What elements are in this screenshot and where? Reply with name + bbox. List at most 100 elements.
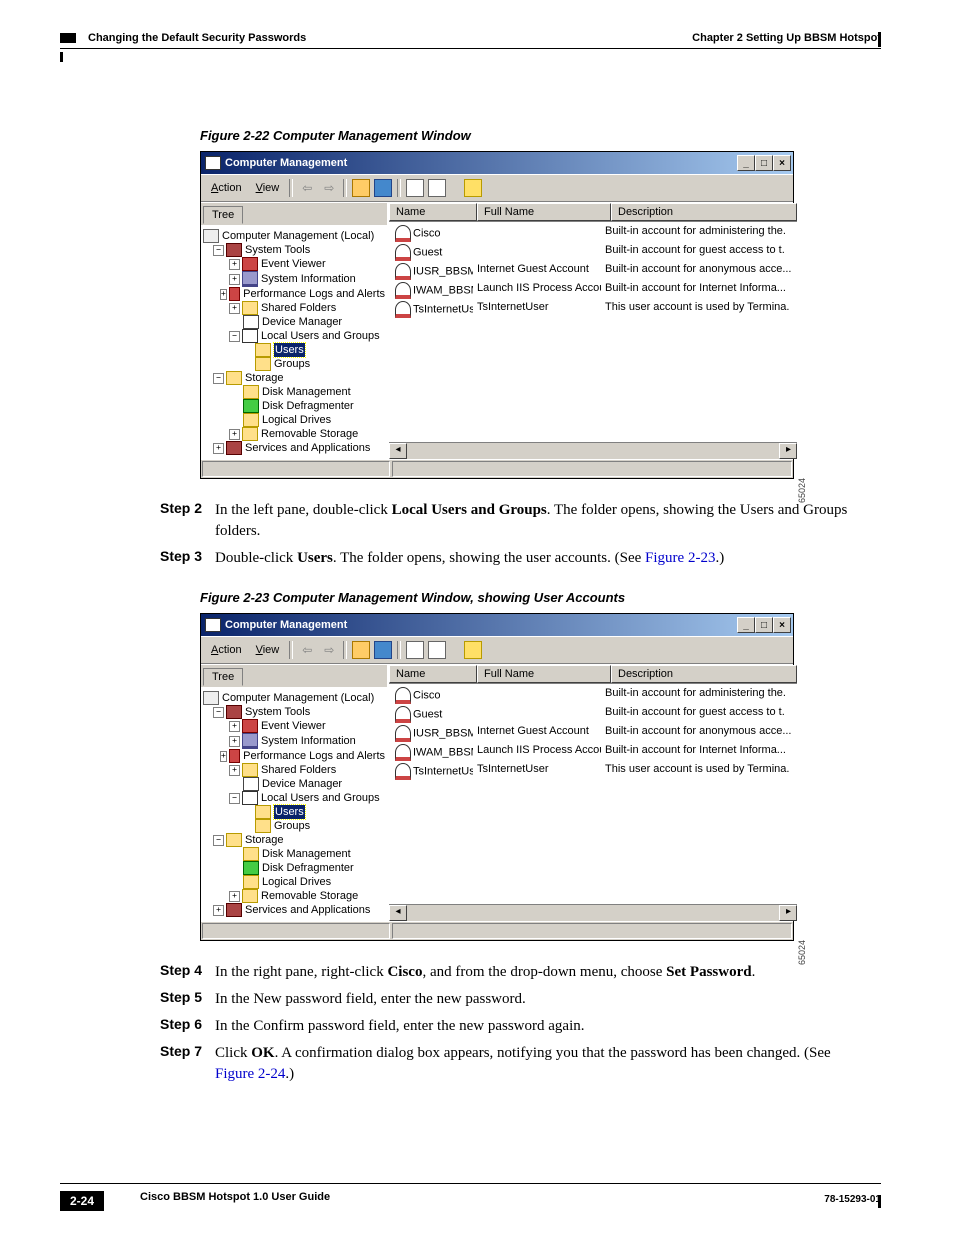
expand-icon[interactable]: − [213,373,224,384]
up-button[interactable] [351,640,371,660]
expand-icon[interactable]: + [213,443,224,454]
user-row[interactable]: IWAM_BBSM Launch IIS Process AccountBuil… [391,281,795,300]
help-button[interactable] [463,178,483,198]
tree-node[interactable]: +Performance Logs and Alerts [203,287,385,301]
tree-node-users[interactable]: Users [203,343,385,357]
expand-icon[interactable]: − [213,835,224,846]
up-button[interactable] [351,178,371,198]
column-headers[interactable]: Name Full Name Description [389,665,797,684]
user-row[interactable]: Cisco Built-in account for administering… [391,224,795,243]
expand-icon[interactable]: + [229,736,240,747]
export-button[interactable] [427,640,447,660]
tree-node[interactable]: −Local Users and Groups [203,329,385,343]
tree-node[interactable]: Device Manager [203,315,385,329]
back-button[interactable]: ⇦ [297,640,317,660]
tree-node[interactable]: +Event Viewer [203,257,385,271]
tree-node[interactable]: Disk Management [203,847,385,861]
expand-icon[interactable]: + [229,274,240,285]
tree-node[interactable]: −System Tools [203,243,385,257]
tree-node[interactable]: +Services and Applications [203,903,385,917]
col-fullname[interactable]: Full Name [477,665,611,683]
tree-tab[interactable]: Tree [203,206,243,224]
col-description[interactable]: Description [611,203,797,221]
expand-icon[interactable]: − [213,707,224,718]
expand-icon[interactable]: − [213,245,224,256]
tree-node[interactable]: +Shared Folders [203,301,385,315]
horizontal-scrollbar[interactable]: ◂ ▸ [389,442,797,459]
refresh-button[interactable] [405,640,425,660]
tree-node[interactable]: +Performance Logs and Alerts [203,749,385,763]
tree-node-root[interactable]: Computer Management (Local) [203,691,385,705]
tree-node[interactable]: Logical Drives [203,875,385,889]
scroll-left-icon[interactable]: ◂ [389,443,407,459]
export-button[interactable] [427,178,447,198]
tree-node[interactable]: Device Manager [203,777,385,791]
tree-node-root[interactable]: Computer Management (Local) [203,229,385,243]
figure-link[interactable]: Figure 2-24 [215,1066,285,1082]
user-row[interactable]: IUSR_BBSM Internet Guest AccountBuilt-in… [391,724,795,743]
close-button[interactable]: × [773,155,791,171]
tree-node[interactable]: Logical Drives [203,413,385,427]
minimize-button[interactable]: _ [737,617,755,633]
col-description[interactable]: Description [611,665,797,683]
help-button[interactable] [463,640,483,660]
show-hide-button[interactable] [373,640,393,660]
titlebar[interactable]: Computer Management _ □ × [201,152,793,174]
forward-button[interactable]: ⇨ [319,178,339,198]
back-button[interactable]: ⇦ [297,178,317,198]
expand-icon[interactable]: + [229,891,240,902]
close-button[interactable]: × [773,617,791,633]
user-row[interactable]: IUSR_BBSM Internet Guest AccountBuilt-in… [391,262,795,281]
scroll-left-icon[interactable]: ◂ [389,905,407,921]
expand-icon[interactable]: + [220,751,228,762]
user-row[interactable]: TsInternetUser TsInternetUserThis user a… [391,762,795,781]
tree-node-groups[interactable]: Groups [203,357,385,371]
menu-view[interactable]: View [250,642,286,658]
expand-icon[interactable]: + [220,289,228,300]
tree-node[interactable]: Disk Defragmenter [203,399,385,413]
forward-button[interactable]: ⇨ [319,640,339,660]
scroll-right-icon[interactable]: ▸ [779,443,797,459]
col-name[interactable]: Name [389,665,477,683]
col-name[interactable]: Name [389,203,477,221]
expand-icon[interactable]: + [229,259,240,270]
tree-tab[interactable]: Tree [203,668,243,686]
expand-icon[interactable]: − [229,331,240,342]
column-headers[interactable]: Name Full Name Description [389,203,797,222]
figure-link[interactable]: Figure 2-23 [645,550,715,566]
minimize-button[interactable]: _ [737,155,755,171]
maximize-button[interactable]: □ [755,155,773,171]
tree-node[interactable]: Disk Management [203,385,385,399]
expand-icon[interactable]: − [229,793,240,804]
tree-node[interactable]: +Services and Applications [203,441,385,455]
horizontal-scrollbar[interactable]: ◂ ▸ [389,904,797,921]
user-row[interactable]: Guest Built-in account for guest access … [391,243,795,262]
tree-node[interactable]: −Storage [203,371,385,385]
tree-node[interactable]: Disk Defragmenter [203,861,385,875]
col-fullname[interactable]: Full Name [477,203,611,221]
user-row[interactable]: Cisco Built-in account for administering… [391,686,795,705]
maximize-button[interactable]: □ [755,617,773,633]
tree-node[interactable]: +System Information [203,271,385,287]
expand-icon[interactable]: + [229,429,240,440]
tree-node-users[interactable]: Users [203,805,385,819]
expand-icon[interactable]: + [229,721,240,732]
tree-node[interactable]: −System Tools [203,705,385,719]
menu-action[interactable]: Action [205,642,248,658]
show-hide-button[interactable] [373,178,393,198]
menu-action[interactable]: Action [205,180,248,196]
tree-node[interactable]: +Shared Folders [203,763,385,777]
user-row[interactable]: Guest Built-in account for guest access … [391,705,795,724]
menu-view[interactable]: View [250,180,286,196]
user-row[interactable]: TsInternetUser TsInternetUserThis user a… [391,300,795,319]
expand-icon[interactable]: + [213,905,224,916]
tree-node[interactable]: +Event Viewer [203,719,385,733]
tree-node-groups[interactable]: Groups [203,819,385,833]
user-row[interactable]: IWAM_BBSM Launch IIS Process AccountBuil… [391,743,795,762]
expand-icon[interactable]: + [229,303,240,314]
tree-node[interactable]: −Local Users and Groups [203,791,385,805]
tree-node[interactable]: +System Information [203,733,385,749]
scroll-right-icon[interactable]: ▸ [779,905,797,921]
titlebar[interactable]: Computer Management _ □ × [201,614,793,636]
tree-node[interactable]: +Removable Storage [203,427,385,441]
